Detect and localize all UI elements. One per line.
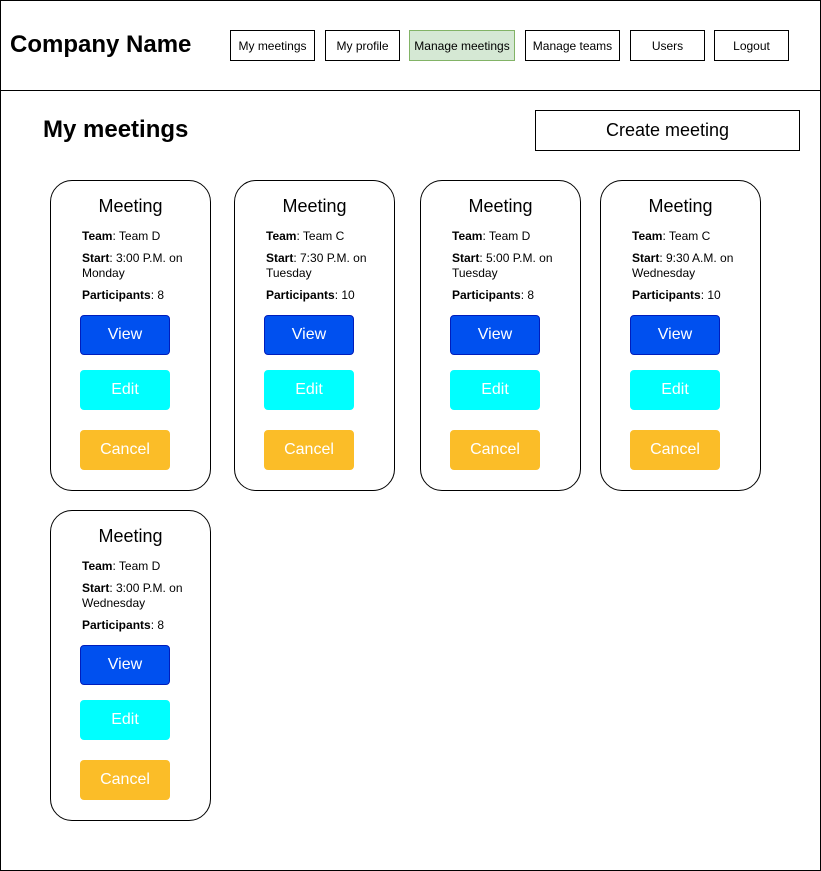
nav-my-profile-button[interactable]: My profile <box>325 30 400 61</box>
company-name: Company Name <box>10 31 192 58</box>
team-value: : Team C <box>296 229 345 243</box>
nav-manage-teams-button[interactable]: Manage teams <box>525 30 620 61</box>
nav-users-button[interactable]: Users <box>630 30 705 61</box>
cancel-button[interactable]: Cancel <box>450 430 540 470</box>
participants-value: : 10 <box>700 288 721 302</box>
meeting-participants: Participants: 10 <box>632 288 754 303</box>
team-value: : Team D <box>482 229 531 243</box>
meeting-team: Team: Team D <box>82 229 204 244</box>
meeting-start: Start: 5:00 P.M. on Tuesday <box>452 251 574 281</box>
meeting-team: Team: Team C <box>266 229 388 244</box>
meeting-card: Meeting Team: Team D Start: 3:00 P.M. on… <box>50 180 211 491</box>
edit-button[interactable]: Edit <box>264 370 354 410</box>
team-label: Team <box>632 229 663 243</box>
view-button[interactable]: View <box>630 315 720 355</box>
edit-button[interactable]: Edit <box>80 700 170 740</box>
participants-label: Participants <box>82 288 151 302</box>
header-bar: Company Name My meetings My profile Mana… <box>0 0 821 91</box>
participants-value: : 8 <box>150 288 165 302</box>
meeting-card: Meeting Team: Team C Start: 7:30 P.M. on… <box>234 180 395 491</box>
participants-label: Participants <box>632 288 701 302</box>
meeting-start: Start: 9:30 A.M. on Wednesday <box>632 251 754 281</box>
team-label: Team <box>452 229 483 243</box>
edit-button[interactable]: Edit <box>630 370 720 410</box>
nav-logout-button[interactable]: Logout <box>714 30 789 61</box>
team-value: : Team D <box>112 229 161 243</box>
meeting-start: Start: 7:30 P.M. on Tuesday <box>266 251 388 281</box>
meeting-title: Meeting <box>282 196 347 216</box>
view-button[interactable]: View <box>80 315 170 355</box>
view-button[interactable]: View <box>450 315 540 355</box>
start-label: Start <box>632 251 660 265</box>
participants-label: Participants <box>452 288 521 302</box>
nav-my-meetings-button[interactable]: My meetings <box>230 30 315 61</box>
participants-label: Participants <box>266 288 335 302</box>
meeting-team: Team: Team C <box>632 229 754 244</box>
participants-value: : 8 <box>520 288 535 302</box>
participants-label: Participants <box>82 618 151 632</box>
cancel-button[interactable]: Cancel <box>630 430 720 470</box>
start-label: Start <box>266 251 294 265</box>
create-meeting-button[interactable]: Create meeting <box>535 110 800 151</box>
team-value: : Team D <box>112 559 161 573</box>
start-label: Start <box>82 251 110 265</box>
meeting-participants: Participants: 8 <box>452 288 574 303</box>
meeting-title: Meeting <box>98 196 163 216</box>
view-button[interactable]: View <box>264 315 354 355</box>
meeting-title: Meeting <box>98 526 163 546</box>
view-button[interactable]: View <box>80 645 170 685</box>
meeting-title: Meeting <box>648 196 713 216</box>
page-title: My meetings <box>43 116 189 143</box>
meeting-participants: Participants: 10 <box>266 288 388 303</box>
team-label: Team <box>266 229 297 243</box>
nav-manage-meetings-button[interactable]: Manage meetings <box>409 30 515 61</box>
edit-button[interactable]: Edit <box>450 370 540 410</box>
meeting-start: Start: 3:00 P.M. on Wednesday <box>82 581 204 611</box>
start-label: Start <box>452 251 480 265</box>
participants-value: : 10 <box>334 288 355 302</box>
meeting-start: Start: 3:00 P.M. on Monday <box>82 251 204 281</box>
team-value: : Team C <box>662 229 711 243</box>
start-label: Start <box>82 581 110 595</box>
meeting-title: Meeting <box>468 196 533 216</box>
meeting-card: Meeting Team: Team D Start: 3:00 P.M. on… <box>50 510 211 821</box>
team-label: Team <box>82 559 113 573</box>
team-label: Team <box>82 229 113 243</box>
participants-value: : 8 <box>150 618 165 632</box>
meeting-participants: Participants: 8 <box>82 288 204 303</box>
meeting-card: Meeting Team: Team D Start: 5:00 P.M. on… <box>420 180 581 491</box>
meeting-card: Meeting Team: Team C Start: 9:30 A.M. on… <box>600 180 761 491</box>
edit-button[interactable]: Edit <box>80 370 170 410</box>
cancel-button[interactable]: Cancel <box>264 430 354 470</box>
cancel-button[interactable]: Cancel <box>80 760 170 800</box>
cancel-button[interactable]: Cancel <box>80 430 170 470</box>
meeting-participants: Participants: 8 <box>82 618 204 633</box>
meeting-team: Team: Team D <box>452 229 574 244</box>
meeting-team: Team: Team D <box>82 559 204 574</box>
